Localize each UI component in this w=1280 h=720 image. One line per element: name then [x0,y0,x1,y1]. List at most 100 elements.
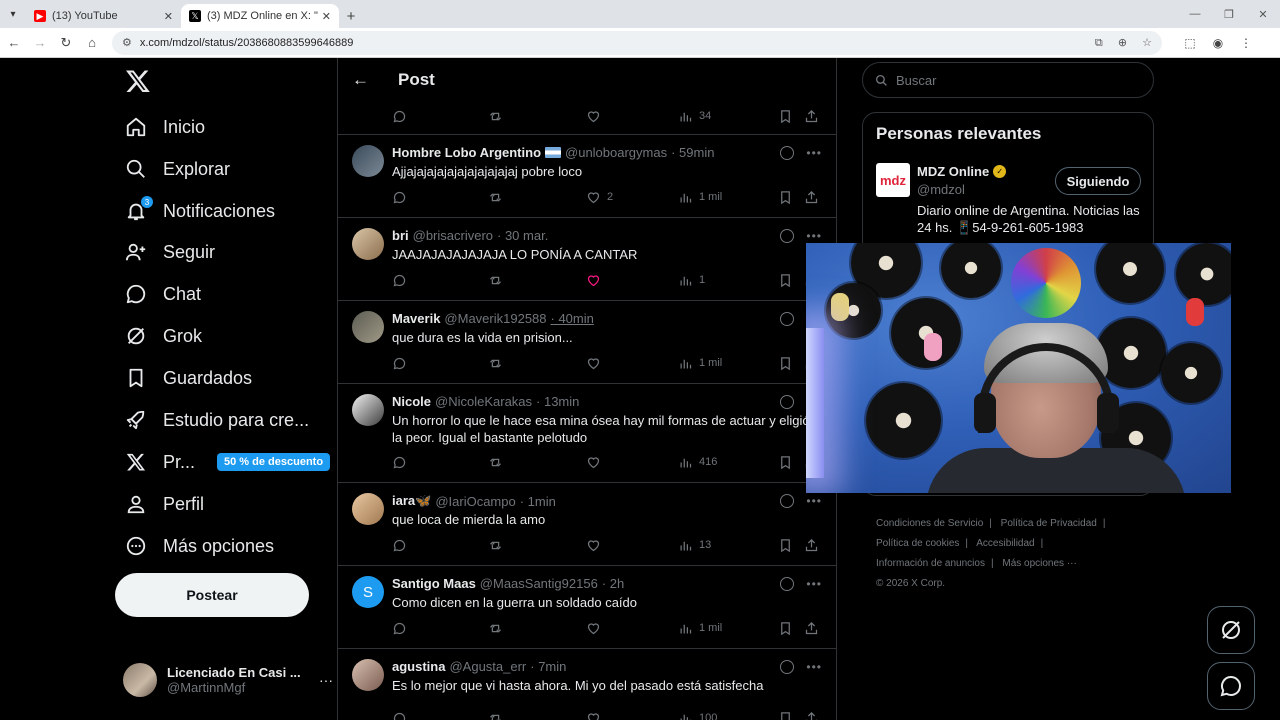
views-button[interactable]: 1 mil [678,356,778,371]
like-button[interactable] [586,621,678,636]
reply-time[interactable]: · 13min [536,394,579,409]
footer-link[interactable]: Más opciones ··· [1002,558,1076,569]
reply-item[interactable]: Maverik @Maverik192588 · 40min ••• que d… [338,301,836,384]
reply-author-name[interactable]: Hombre Lobo Argentino [392,145,541,160]
search-input[interactable]: Buscar [862,62,1154,98]
avatar[interactable] [352,659,384,691]
views-button[interactable]: 1 mil [678,621,778,636]
reply-author-handle[interactable]: @unloboargymas [565,145,667,160]
repost-button[interactable] [488,455,586,470]
reply-time[interactable]: · 40min [551,311,594,326]
like-button[interactable] [586,538,678,553]
share-button[interactable] [804,538,819,553]
nav-creator-studio[interactable]: Estudio para cre... [125,402,309,438]
repost-button[interactable] [488,538,586,553]
reply-author-name[interactable]: Nicole [392,394,431,409]
grok-float-button[interactable] [1207,606,1255,654]
reply-author-name[interactable]: agustina [392,659,445,674]
forward-icon[interactable]: → [28,35,52,50]
reply-author-handle[interactable]: @Maverik192588 [444,311,546,326]
reply-item[interactable]: Hombre Lobo Argentino @unloboargymas · 5… [338,135,836,218]
mdz-logo[interactable]: mdz [876,163,910,197]
following-button[interactable]: Siguiendo [1055,167,1141,195]
grok-icon[interactable] [780,145,795,160]
grok-icon[interactable] [780,659,795,674]
nav-profile[interactable]: Perfil [125,486,204,522]
footer-link[interactable]: Accesibilidad [976,538,1034,549]
repost-button[interactable] [488,273,586,288]
account-name[interactable]: MDZ Online ✓ [917,164,1007,179]
grok-icon[interactable] [780,228,795,243]
bookmark-button[interactable] [778,356,804,371]
avatar[interactable] [352,228,384,260]
reply-button[interactable] [392,109,488,124]
more-icon[interactable]: ··· [319,672,333,688]
reply-button[interactable] [392,455,488,470]
like-button[interactable] [586,455,678,470]
nav-chat[interactable]: Chat [125,276,201,312]
nav-notifications[interactable]: 3 Notificaciones [125,193,275,229]
reply-author-name[interactable]: iara🦋 [392,493,431,509]
reply-item[interactable]: Nicole @NicoleKarakas · 13min ••• Un hor… [338,384,836,483]
nav-bookmarks[interactable]: Guardados [125,360,252,396]
reply-author-handle[interactable]: @brisacrivero [413,228,493,243]
reply-author-name[interactable]: Santigo Maas [392,576,476,591]
avatar[interactable] [352,394,384,426]
avatar[interactable] [352,311,384,343]
new-tab-button[interactable]: + [339,4,363,28]
menu-icon[interactable]: ⋮ [1232,36,1260,50]
reply-button[interactable] [392,273,488,288]
bookmark-button[interactable] [778,621,804,636]
repost-button[interactable] [488,190,586,205]
tab-youtube[interactable]: ▶ (13) YouTube ✕ [26,4,181,28]
close-tab-icon[interactable]: ✕ [164,10,173,23]
zoom-icon[interactable]: ⊕ [1118,37,1127,49]
bookmark-button[interactable] [778,711,804,720]
bookmark-button[interactable] [778,455,804,470]
views-button[interactable]: 100 [678,711,778,720]
views-button[interactable]: 34 [678,109,778,124]
like-button[interactable] [586,711,678,720]
tab-search-button[interactable]: ▾ [0,0,26,28]
grok-icon[interactable] [780,576,795,591]
reply-author-name[interactable]: bri [392,228,409,243]
home-icon[interactable]: ⌂ [80,35,104,50]
avatar[interactable] [352,493,384,525]
tab-x-post[interactable]: 𝕏 (3) MDZ Online en X: "Una tikto ✕ [181,4,339,28]
reply-time[interactable]: · 1min [520,494,556,509]
more-icon[interactable]: ••• [806,494,822,508]
account-switcher[interactable]: Licenciado En Casi ... @MartinnMgf ··· [123,658,333,702]
bookmark-button[interactable] [778,190,804,205]
share-button[interactable] [804,190,819,205]
nav-more-options[interactable]: Más opciones [125,528,274,564]
footer-link[interactable]: Condiciones de Servicio [876,518,983,529]
share-button[interactable] [804,109,819,124]
reply-item[interactable]: S Santigo Maas @MaasSantig92156 · 2h •••… [338,566,836,649]
footer-link[interactable]: Política de Privacidad [1001,518,1097,529]
views-button[interactable]: 416 [678,455,778,470]
nav-grok[interactable]: Grok [125,318,202,354]
avatar[interactable] [352,145,384,177]
extensions-icon[interactable]: ⬚ [1176,36,1204,50]
like-button[interactable] [586,109,678,124]
nav-premium[interactable]: Pr... 50 % de descuento [125,444,331,480]
like-button[interactable]: 2 [586,190,678,205]
repost-button[interactable] [488,356,586,371]
like-button[interactable] [586,356,678,371]
repost-button[interactable] [488,621,586,636]
back-arrow-icon[interactable]: ← [352,70,372,90]
back-icon[interactable]: ← [2,35,26,50]
reply-item[interactable]: iara🦋 @IariOcampo · 1min ••• que loca de… [338,483,836,566]
install-icon[interactable]: ⧉ [1095,37,1103,49]
bookmark-star-icon[interactable]: ☆ [1142,37,1152,49]
bookmark-button[interactable] [778,273,804,288]
views-button[interactable]: 13 [678,538,778,553]
bookmark-button[interactable] [778,109,804,124]
reply-button[interactable] [392,190,488,205]
site-info-icon[interactable]: ⚙ [122,36,132,49]
url-field[interactable]: ⚙ x.com/mdzol/status/2038680883599646889… [112,30,1162,55]
messages-float-button[interactable] [1207,662,1255,710]
reply-author-handle[interactable]: @IariOcampo [435,494,515,509]
nav-home[interactable]: Inicio [125,109,205,145]
reply-button[interactable] [392,621,488,636]
